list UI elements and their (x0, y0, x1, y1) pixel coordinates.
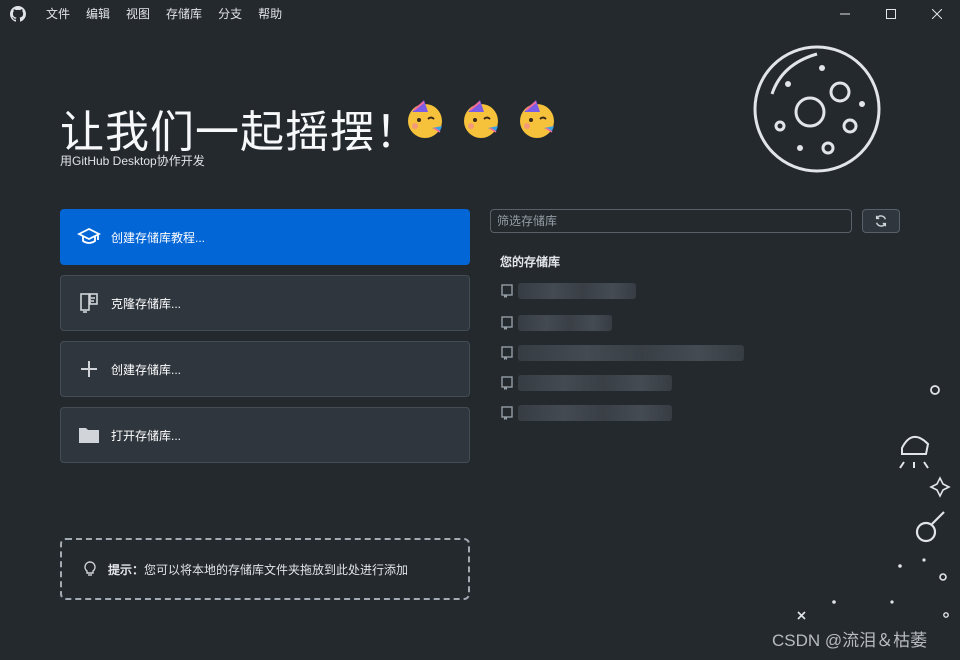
clone-repo-icon (77, 291, 101, 315)
repo-list-item[interactable] (500, 343, 744, 363)
refresh-button[interactable] (862, 209, 900, 233)
partying-face-icon (408, 100, 442, 138)
tutorial-repo-label: 创建存储库教程... (111, 230, 206, 245)
graduation-cap-icon (77, 225, 101, 249)
repo-icon (501, 406, 513, 420)
lightbulb-icon (84, 561, 96, 576)
folder-icon (77, 423, 101, 447)
minimize-icon (840, 13, 850, 15)
drop-hint-box[interactable]: 提示： 您可以将本地的存储库文件夹拖放到此处进行添加 (60, 538, 470, 600)
window-controls (822, 0, 960, 28)
space-decoration-icon (898, 385, 951, 618)
star-decoration-icon (797, 600, 894, 620)
create-repo-button[interactable]: 创建存储库... (60, 341, 470, 397)
menu-edit[interactable]: 编辑 (78, 0, 118, 28)
repo-icon (501, 284, 513, 298)
repo-list-heading: 您的存储库 (500, 255, 561, 269)
refresh-icon (875, 215, 887, 227)
repo-list-item[interactable] (500, 373, 672, 393)
close-icon (932, 9, 942, 19)
menu-file[interactable]: 文件 (38, 0, 78, 28)
tip-label: 提示： (108, 562, 145, 577)
welcome-subtitle: 用GitHub Desktop协作开发 (60, 154, 205, 168)
partying-face-icon (464, 100, 498, 138)
tutorial-repo-button[interactable]: 创建存储库教程... (60, 209, 470, 265)
clone-repo-label: 克隆存储库... (111, 296, 182, 311)
repo-icon (501, 316, 513, 330)
repo-list-item[interactable] (500, 403, 672, 423)
create-repo-label: 创建存储库... (111, 362, 182, 377)
moon-illustration-icon (753, 45, 881, 173)
open-repo-label: 打开存储库... (111, 428, 182, 443)
maximize-button[interactable] (868, 0, 914, 28)
redacted-repo-name (518, 315, 612, 331)
clone-repo-button[interactable]: 克隆存储库... (60, 275, 470, 331)
repo-icon (501, 376, 513, 390)
menu-bar: 文件 编辑 视图 存储库 分支 帮助 (38, 0, 290, 28)
open-repo-button[interactable]: 打开存储库... (60, 407, 470, 463)
redacted-repo-name (518, 405, 672, 421)
menu-repository[interactable]: 存储库 (158, 0, 210, 28)
plus-icon (77, 357, 101, 381)
redacted-repo-name (518, 375, 672, 391)
watermark: CSDN @流泪＆枯萎 (772, 631, 928, 650)
menu-view[interactable]: 视图 (118, 0, 158, 28)
menu-help[interactable]: 帮助 (250, 0, 290, 28)
minimize-button[interactable] (822, 0, 868, 28)
github-logo-icon (10, 6, 26, 22)
menu-branch[interactable]: 分支 (210, 0, 250, 28)
emoji-row (404, 98, 558, 140)
welcome-title: 让我们一起摇摆！ (60, 108, 420, 157)
redacted-repo-name (518, 283, 636, 299)
repo-icon (501, 346, 513, 360)
tip-text: 您可以将本地的存储库文件夹拖放到此处进行添加 (144, 562, 409, 577)
title-bar: 文件 编辑 视图 存储库 分支 帮助 (0, 0, 960, 28)
close-button[interactable] (914, 0, 960, 28)
redacted-repo-name (518, 345, 744, 361)
partying-face-icon (520, 100, 554, 138)
repo-filter-input[interactable] (490, 209, 852, 233)
repo-list-item[interactable] (500, 281, 636, 301)
maximize-icon (886, 9, 896, 19)
repo-list-item[interactable] (500, 313, 612, 333)
